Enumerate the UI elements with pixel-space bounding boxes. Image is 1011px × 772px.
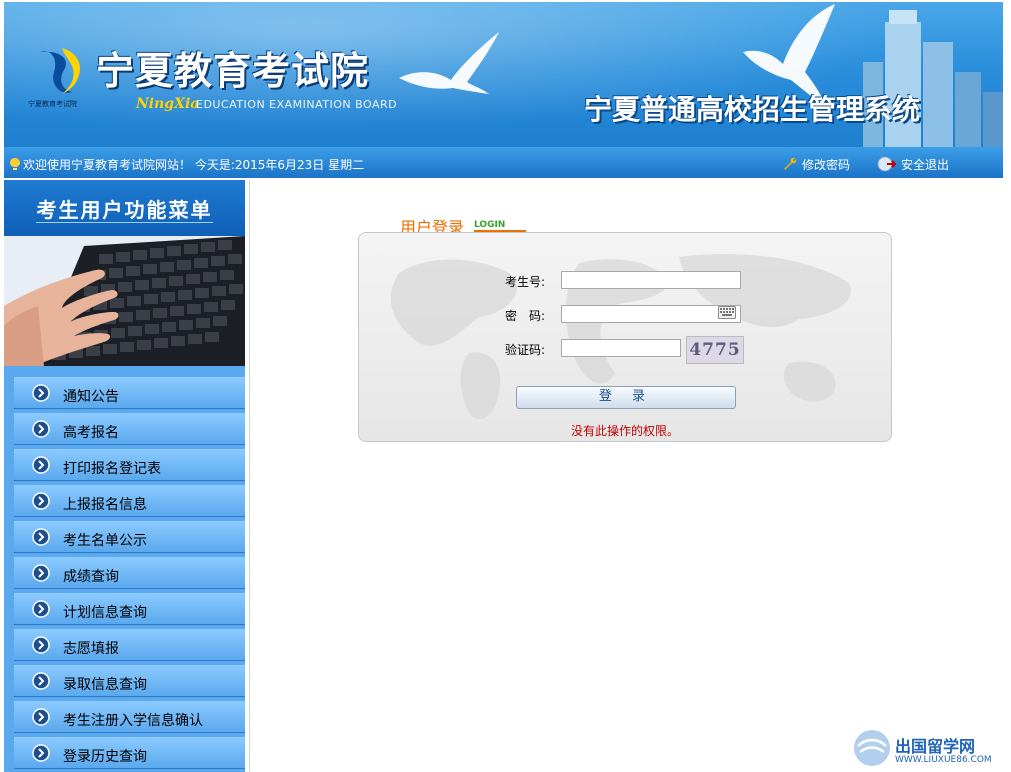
- dove-icon: [399, 32, 499, 94]
- sidebar-item-login-history[interactable]: 登录历史查询: [4, 734, 245, 770]
- sidebar-item-scores[interactable]: 成绩查询: [4, 554, 245, 590]
- sidebar-item-label: 登录历史查询: [63, 749, 147, 765]
- sidebar-item-notices[interactable]: 通知公告: [4, 374, 245, 410]
- sidebar-item-label: 考生注册入学信息确认: [63, 713, 203, 729]
- sidebar-item-label: 志愿填报: [63, 641, 119, 657]
- arrow-circle-icon: [32, 636, 50, 654]
- login-title-tag: LOGIN: [474, 220, 506, 230]
- arrow-circle-icon: [32, 384, 50, 402]
- welcome-text: 欢迎使用宁夏教育考试院网站！ 今天是:2015年6月23日 星期二: [23, 158, 365, 172]
- system-title: 宁夏普通高校招生管理系统: [584, 93, 921, 126]
- logout-icon: [877, 156, 897, 172]
- password-label: 密 码:: [505, 309, 546, 323]
- top-navbar: 欢迎使用宁夏教育考试院网站！ 今天是:2015年6月23日 星期二 修改密码 安…: [4, 147, 1003, 178]
- sidebar-item-label: 上报报名信息: [63, 497, 147, 513]
- logout-label: 安全退出: [901, 158, 950, 172]
- sidebar-item-registration[interactable]: 高考报名: [4, 410, 245, 446]
- arrow-circle-icon: [32, 708, 50, 726]
- sidebar-title: 考生用户功能菜单: [36, 198, 213, 222]
- keyboard-photo: [4, 236, 245, 366]
- sidebar-item-plan-info[interactable]: 计划信息查询: [4, 590, 245, 626]
- sidebar-item-label: 计划信息查询: [63, 605, 147, 621]
- arrow-circle-icon: [32, 420, 50, 438]
- org-logo-icon: [40, 48, 81, 94]
- org-english-name: EDUCATION EXAMINATION BOARD: [196, 98, 398, 111]
- arrow-circle-icon: [32, 492, 50, 510]
- captcha-image[interactable]: 4775: [686, 336, 744, 364]
- bulb-icon: [10, 158, 20, 170]
- student-id-label: 考生号:: [505, 275, 546, 289]
- captcha-label: 验证码:: [505, 343, 546, 357]
- arrow-circle-icon: [32, 600, 50, 618]
- sidebar-item-admission-info[interactable]: 录取信息查询: [4, 662, 245, 698]
- virtual-keyboard-icon[interactable]: [718, 306, 736, 319]
- logo-caption: 宁夏教育考试院: [28, 100, 77, 108]
- sidebar-menu: 通知公告 高考报名 打印报名登记表 上报报名信息 考生名单公示 成绩查询 计划信…: [4, 374, 245, 770]
- sidebar-item-label: 考生名单公示: [63, 533, 147, 549]
- welcome-message: 欢迎使用宁夏教育考试院网站！ 今天是:2015年6月23日 星期二: [10, 156, 364, 173]
- captcha-input[interactable]: [561, 339, 681, 357]
- sidebar-item-label: 打印报名登记表: [63, 461, 161, 477]
- wrench-icon: [784, 157, 797, 170]
- site-header: 宁夏教育考试院 宁夏教育考试院 NingXia EDUCATION EXAMIN…: [4, 2, 1003, 147]
- arrow-circle-icon: [32, 456, 50, 474]
- arrow-circle-icon: [32, 528, 50, 546]
- sidebar-item-label: 录取信息查询: [63, 677, 147, 693]
- org-name: 宁夏教育考试院: [96, 48, 370, 93]
- sidebar-item-print-form[interactable]: 打印报名登记表: [4, 446, 245, 482]
- sidebar-item-submit-info[interactable]: 上报报名信息: [4, 482, 245, 518]
- watermark-url: WWW.LIUXUE86.COM: [895, 755, 992, 765]
- world-map-background: [390, 254, 851, 420]
- student-id-input[interactable]: [561, 271, 741, 289]
- sidebar-item-preferences[interactable]: 志愿填报: [4, 626, 245, 662]
- error-message: 没有此操作的权限。: [571, 424, 680, 438]
- ningxia-script: NingXia: [136, 96, 200, 112]
- sidebar-item-candidate-list[interactable]: 考生名单公示: [4, 518, 245, 554]
- sidebar-header: 考生用户功能菜单: [4, 180, 245, 236]
- sidebar-item-enrollment-confirm[interactable]: 考生注册入学信息确认: [4, 698, 245, 734]
- watermark-name: 出国留学网: [895, 737, 976, 756]
- password-input[interactable]: [561, 305, 741, 323]
- arrow-circle-icon: [32, 564, 50, 582]
- sidebar-item-label: 高考报名: [63, 425, 119, 441]
- login-panel: [358, 232, 892, 442]
- arrow-circle-icon: [32, 672, 50, 690]
- sidebar-item-label: 成绩查询: [63, 569, 119, 585]
- change-password-link[interactable]: 修改密码: [782, 156, 850, 173]
- sidebar-item-label: 通知公告: [63, 389, 119, 405]
- sidebar: 考生用户功能菜单 通知公告 高考报名 打印报名登记表 上报报名信息 考生名单公示…: [4, 180, 245, 772]
- change-password-label: 修改密码: [802, 158, 851, 172]
- sidebar-title-underline: [36, 222, 213, 223]
- login-button[interactable]: 登 录: [516, 386, 736, 409]
- logout-link[interactable]: 安全退出: [877, 156, 949, 173]
- arrow-circle-icon: [32, 744, 50, 762]
